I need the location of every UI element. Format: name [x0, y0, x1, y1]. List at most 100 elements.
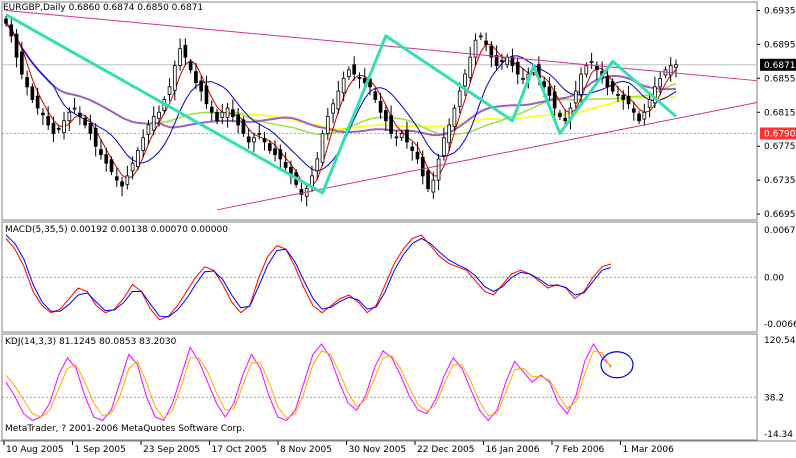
- candle-body: [584, 65, 589, 75]
- candle-body: [515, 61, 520, 75]
- candle-body: [315, 158, 320, 172]
- candle-body: [621, 94, 626, 100]
- candle-body: [579, 73, 583, 95]
- candle-body: [658, 77, 663, 88]
- candle-body: [25, 77, 29, 88]
- date-axis-label: 23 Sep 2005: [143, 445, 200, 454]
- candle-body: [478, 35, 483, 38]
- macd-axis-label: 0.00671: [764, 226, 796, 236]
- candle-body: [199, 80, 204, 92]
- candle-body: [642, 111, 647, 120]
- candle-body: [114, 176, 119, 181]
- candle-body: [521, 77, 525, 80]
- candle-body: [130, 162, 135, 172]
- candle-body: [494, 55, 499, 67]
- candle-body: [93, 127, 98, 147]
- candle-body: [283, 161, 288, 168]
- candle-body: [552, 91, 557, 109]
- copyright-text: MetaTrader, ? 2001-2006 MetaQuotes Softw…: [5, 424, 245, 434]
- candle-body: [78, 112, 82, 117]
- candle-body: [14, 33, 19, 58]
- candle-body: [637, 113, 641, 122]
- candle-body: [436, 158, 441, 181]
- candle-body: [56, 127, 61, 130]
- candle-body: [41, 112, 45, 116]
- candle-body: [209, 106, 214, 113]
- candle-body: [484, 40, 488, 45]
- macd-axis-label: 0.00: [764, 273, 784, 283]
- candle-body: [457, 90, 462, 107]
- candle-body: [99, 149, 103, 156]
- candle-body: [442, 137, 446, 156]
- kdj-axis-label: -14.34: [764, 430, 793, 440]
- kdj-axis-label: 38.2: [764, 393, 784, 403]
- candle-body: [136, 150, 140, 167]
- candle-body: [183, 44, 188, 58]
- candle-body: [505, 56, 510, 66]
- candle-body: [109, 159, 114, 173]
- candle-body: [204, 85, 209, 105]
- candle-body: [157, 111, 161, 119]
- candle-body: [389, 115, 393, 134]
- candle-body: [51, 122, 56, 134]
- candle-body: [347, 69, 351, 78]
- candle-body: [72, 107, 77, 110]
- date-axis-label: 17 Oct 2005: [212, 445, 268, 454]
- date-axis-label: 16 Jan 2006: [486, 445, 540, 454]
- price-axis-label: 0.6775: [764, 142, 796, 152]
- candle-body: [267, 143, 272, 151]
- candle-body: [558, 112, 562, 117]
- candle-body: [325, 116, 330, 134]
- candle-body: [4, 18, 8, 24]
- date-axis-label: 1 Sep 2005: [75, 445, 126, 454]
- candle-body: [631, 108, 636, 113]
- candle-body: [220, 111, 225, 118]
- candle-body: [257, 133, 262, 135]
- candle-body: [320, 133, 325, 163]
- candle-body: [178, 48, 182, 67]
- candle-body: [252, 137, 256, 143]
- candle-body: [151, 116, 156, 131]
- candle-body: [384, 110, 388, 122]
- date-axis-label: 7 Feb 2006: [554, 445, 605, 454]
- date-axis-label: 10 Aug 2005: [6, 445, 64, 454]
- candle-body: [167, 86, 172, 95]
- date-axis-label: 8 Nov 2005: [280, 445, 332, 454]
- candle-body: [394, 136, 399, 139]
- candle-body: [616, 94, 620, 96]
- candle-body: [626, 95, 631, 105]
- candle-body: [399, 133, 404, 139]
- candle-body: [273, 148, 277, 156]
- candle-body: [668, 65, 673, 76]
- candle-body: [447, 124, 451, 144]
- candle-body: [610, 81, 615, 92]
- date-axis-label: 1 Mar 2006: [623, 445, 675, 454]
- price-axis-label: 0.6815: [764, 108, 796, 118]
- candle-body: [231, 109, 235, 117]
- candle-body: [431, 179, 436, 193]
- candle-body: [605, 76, 610, 88]
- candle-body: [357, 77, 362, 79]
- candle-body: [62, 120, 66, 134]
- candle-body: [352, 64, 357, 75]
- candle-body: [215, 111, 219, 122]
- candle-body: [426, 170, 430, 190]
- candle-body: [278, 149, 283, 160]
- candle-body: [104, 154, 109, 164]
- kdj-axis-label: 120.544: [764, 336, 796, 346]
- candle-body: [88, 122, 93, 134]
- metatrader-chart-window: 0.6935 0.6895 0.6855 0.6815 0.6775 0.6735 0.66…: [0, 0, 796, 455]
- macd-axis-label: -0.0066: [764, 320, 796, 330]
- candle-body: [299, 189, 304, 195]
- date-axis-label: 30 Nov 2005: [349, 445, 407, 454]
- candle-body: [9, 24, 14, 37]
- candle-body: [120, 181, 124, 187]
- price-axis-label: 0.6735: [764, 176, 796, 186]
- price-axis-label: 0.6695: [764, 210, 796, 220]
- candle-body: [67, 111, 72, 122]
- candle-body: [468, 56, 473, 78]
- candle-body: [563, 117, 568, 122]
- candle-body: [236, 114, 240, 126]
- date-axis-label: 22 Dec 2005: [417, 445, 475, 454]
- candle-body: [262, 138, 267, 143]
